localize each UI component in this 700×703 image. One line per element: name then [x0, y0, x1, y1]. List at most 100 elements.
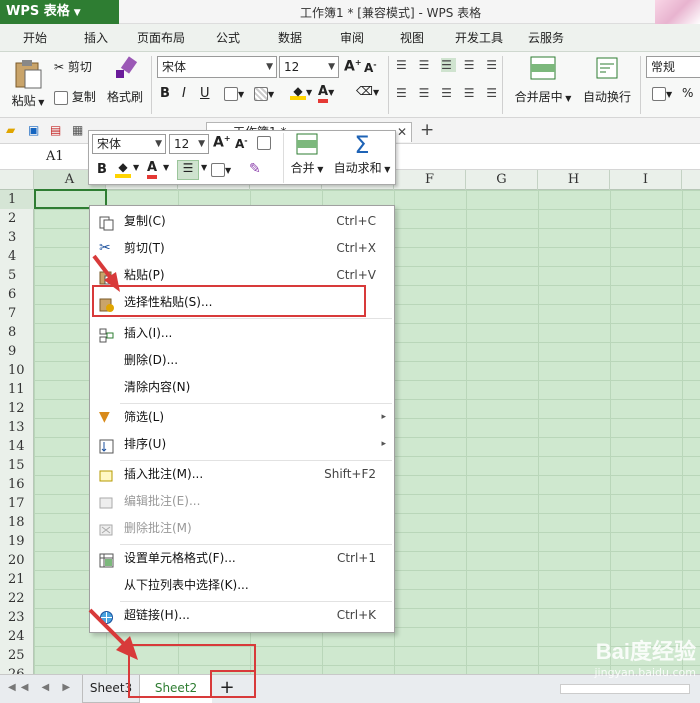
mini-font-shrink-button[interactable]: A-	[235, 136, 248, 151]
wrap-text-button[interactable]: 自动换行	[582, 56, 632, 105]
mini-autosum-button[interactable]: Σ 自动求和 ▼	[331, 133, 393, 176]
tab-page-layout[interactable]: 页面布局	[128, 24, 194, 52]
row-header[interactable]: 5	[0, 266, 34, 285]
tab-formulas[interactable]: 公式	[204, 24, 252, 52]
close-icon[interactable]: ✕	[397, 123, 407, 141]
menu-item-format-cells[interactable]: 设置单元格格式(F)... Ctrl+1	[90, 545, 394, 572]
percent-button[interactable]: %	[682, 86, 693, 100]
font-shrink-button[interactable]: A-	[364, 60, 377, 75]
row-header[interactable]: 25	[0, 646, 34, 665]
tab-home[interactable]: 开始	[8, 24, 62, 52]
mini-format-painter-button[interactable]: ✎	[249, 161, 261, 177]
format-painter-button[interactable]: 格式刷	[104, 56, 146, 105]
menu-item-cut[interactable]: ✂ 剪切(T) Ctrl+X	[90, 235, 394, 262]
row-header[interactable]: 11	[0, 380, 34, 399]
mini-border-button[interactable]: ▼	[211, 162, 231, 177]
save-icon[interactable]: ▣	[28, 123, 39, 137]
export-pdf-icon[interactable]: ▤	[50, 123, 61, 137]
name-box[interactable]: A1	[0, 146, 90, 168]
mini-clear-icon[interactable]	[257, 135, 271, 150]
folder-icon[interactable]: ▰	[6, 123, 15, 137]
menu-item-sort[interactable]: 排序(U) ▸	[90, 431, 394, 458]
row-header[interactable]: 22	[0, 589, 34, 608]
row-header[interactable]: 21	[0, 570, 34, 589]
menu-item-pick-from-list[interactable]: 从下拉列表中选择(K)...	[90, 572, 394, 599]
bold-button[interactable]: B	[160, 86, 170, 101]
column-header[interactable]: I	[610, 170, 682, 190]
paste-button[interactable]: 粘贴 ▼	[8, 56, 48, 116]
new-tab-icon[interactable]: +	[420, 120, 434, 140]
fill-pattern-button[interactable]: ▼	[254, 86, 274, 101]
row-header[interactable]: 18	[0, 513, 34, 532]
number-format-select[interactable]: 常规	[646, 56, 700, 78]
italic-button[interactable]: I	[182, 86, 186, 101]
row-header[interactable]: 8	[0, 323, 34, 342]
chevron-down-icon[interactable]: ▼	[163, 163, 169, 172]
vertical-align-group[interactable]: ☰ ☰ ☰ ☰ ☰	[396, 58, 501, 72]
tab-insert[interactable]: 插入	[72, 24, 120, 52]
underline-button[interactable]: U	[200, 86, 210, 101]
app-menu-button[interactable]: WPS 表格 ▼	[0, 0, 119, 24]
menu-item-insert-comment[interactable]: 插入批注(M)... Shift+F2	[90, 461, 394, 488]
font-grow-button[interactable]: A+	[344, 58, 362, 75]
mini-font-size-select[interactable]: 12 ▼	[169, 134, 209, 154]
row-header[interactable]: 17	[0, 494, 34, 513]
row-header[interactable]: 26	[0, 665, 34, 674]
mini-bold-button[interactable]: B	[97, 162, 107, 177]
currency-button[interactable]: ▼	[652, 86, 672, 101]
column-header[interactable]: H	[538, 170, 610, 190]
clear-format-button[interactable]: ⌫▼	[356, 84, 379, 98]
row-header[interactable]: 9	[0, 342, 34, 361]
mini-font-color-button[interactable]: A	[147, 160, 158, 179]
select-all-corner[interactable]	[0, 170, 34, 190]
chevron-down-icon[interactable]: ▼	[133, 163, 139, 172]
tab-review[interactable]: 审阅	[328, 24, 376, 52]
mini-align-button[interactable]: ☰	[177, 160, 199, 180]
mini-font-name-select[interactable]: 宋体 ▼	[92, 134, 166, 154]
row-header[interactable]: 14	[0, 437, 34, 456]
cut-button[interactable]: ✂ 剪切	[54, 58, 92, 75]
mini-font-grow-button[interactable]: A+	[213, 134, 231, 151]
menu-item-insert[interactable]: 插入(I)...	[90, 320, 394, 347]
row-header[interactable]: 1	[0, 190, 34, 209]
font-size-select[interactable]: 12 ▼	[279, 56, 339, 78]
menu-item-shortcut: Ctrl+C	[336, 214, 376, 228]
row-header[interactable]: 3	[0, 228, 34, 247]
mini-fill-color-button[interactable]: ◆	[115, 160, 131, 178]
menu-item-copy[interactable]: 复制(C) Ctrl+C	[90, 208, 394, 235]
menu-item-filter[interactable]: ▼ 筛选(L) ▸	[90, 404, 394, 431]
horizontal-scrollbar[interactable]	[560, 684, 690, 694]
row-header[interactable]: 23	[0, 608, 34, 627]
mini-merge-button[interactable]: 合并 ▼	[287, 133, 327, 176]
font-name-select[interactable]: 宋体 ▼	[157, 56, 277, 78]
row-header[interactable]: 19	[0, 532, 34, 551]
row-header[interactable]: 4	[0, 247, 34, 266]
tab-cloud[interactable]: 云服务	[520, 24, 572, 52]
column-header[interactable]: G	[466, 170, 538, 190]
row-header[interactable]: 20	[0, 551, 34, 570]
column-header[interactable]: F	[394, 170, 466, 190]
row-header[interactable]: 6	[0, 285, 34, 304]
tab-developer[interactable]: 开发工具	[448, 24, 510, 52]
horizontal-align-group[interactable]: ☰ ☰ ☰ ☰ ☰	[396, 86, 501, 100]
font-color-button[interactable]: A▼	[318, 84, 334, 103]
print-icon[interactable]: ▦	[72, 123, 83, 137]
menu-item-delete[interactable]: 删除(D)...	[90, 347, 394, 374]
merge-center-button[interactable]: 合并居中 ▼	[512, 56, 574, 105]
tab-view[interactable]: 视图	[388, 24, 436, 52]
tab-data[interactable]: 数据	[266, 24, 314, 52]
row-header[interactable]: 10	[0, 361, 34, 380]
row-header[interactable]: 7	[0, 304, 34, 323]
border-button[interactable]: ▼	[224, 86, 244, 101]
copy-button[interactable]: 复制	[54, 88, 96, 105]
menu-item-clear-contents[interactable]: 清除内容(N)	[90, 374, 394, 401]
row-header[interactable]: 24	[0, 627, 34, 646]
row-header[interactable]: 12	[0, 399, 34, 418]
row-header[interactable]: 13	[0, 418, 34, 437]
row-header[interactable]: 16	[0, 475, 34, 494]
row-header[interactable]: 15	[0, 456, 34, 475]
avatar[interactable]	[655, 0, 700, 24]
row-header[interactable]: 2	[0, 209, 34, 228]
chevron-down-icon[interactable]: ▼	[201, 163, 207, 172]
fill-color-button[interactable]: ◆ ▼	[290, 84, 312, 100]
